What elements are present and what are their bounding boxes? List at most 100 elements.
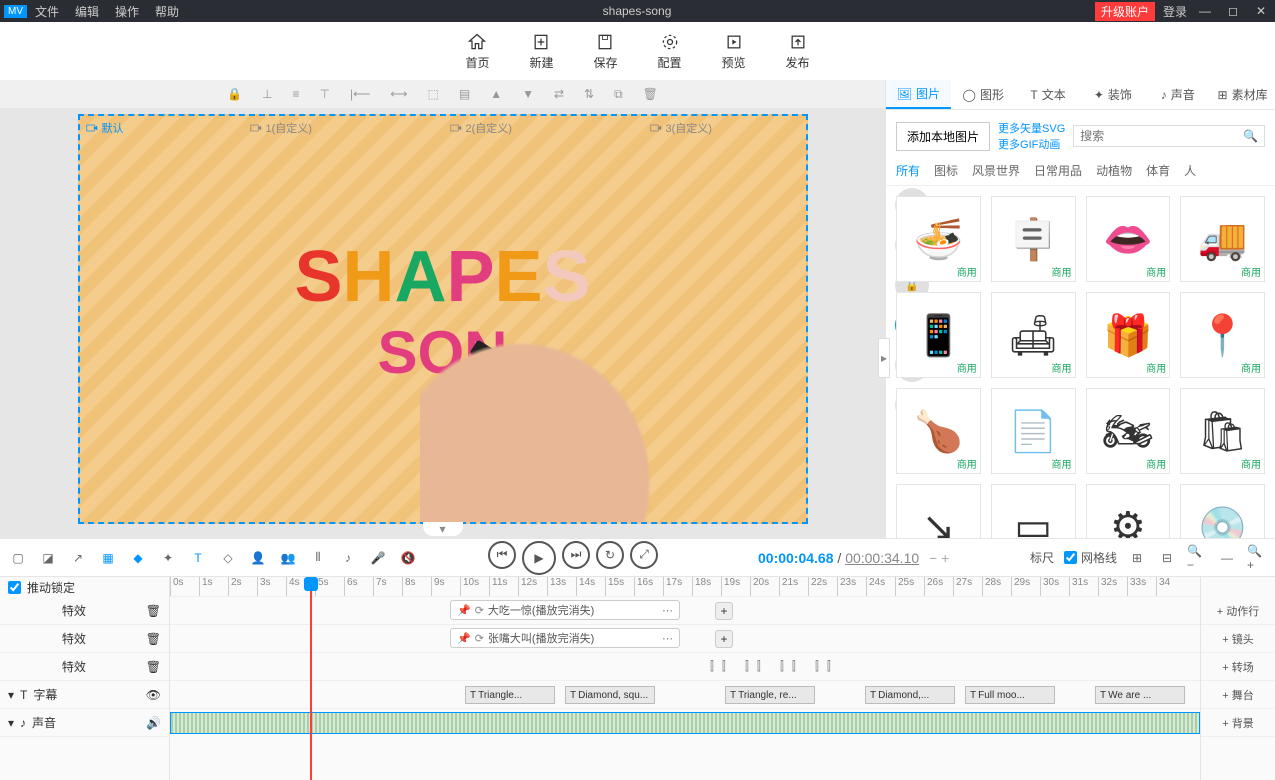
- cat-人[interactable]: 人: [1184, 162, 1196, 179]
- fullscreen-button[interactable]: ⤢: [630, 541, 658, 569]
- scene-tab-2[interactable]: 2(自定义): [450, 120, 512, 136]
- asset-papers[interactable]: 📄商用: [991, 388, 1076, 474]
- fx-row-2[interactable]: 📌⟳张嘴大叫(播放完消失)⋯ +: [170, 625, 1200, 653]
- tool-export-icon[interactable]: ↗: [68, 548, 88, 568]
- audio-row[interactable]: [170, 709, 1200, 737]
- menu-file[interactable]: 文件: [35, 3, 59, 20]
- cat-所有[interactable]: 所有: [896, 162, 920, 179]
- asset-noodles[interactable]: 🍜商用: [896, 196, 981, 282]
- chevron-down-icon[interactable]: ▾: [8, 688, 14, 702]
- subtitle-clip[interactable]: TDiamond,...: [865, 686, 955, 704]
- add-clip-button[interactable]: +: [715, 602, 733, 620]
- maximize-button[interactable]: ◻: [1223, 4, 1243, 18]
- tool-eq-icon[interactable]: ♪: [338, 548, 358, 568]
- audio-waveform[interactable]: [170, 712, 1200, 734]
- asset-arrow[interactable]: ↘商用: [896, 484, 981, 538]
- tool-mic-icon[interactable]: 🎤: [368, 548, 388, 568]
- fit-icon[interactable]: ⊟: [1157, 548, 1177, 568]
- cat-图标[interactable]: 图标: [934, 162, 958, 179]
- marker-icons[interactable]: ⫿⫿ ⫿⫿ ⫿⫿ ⫿⫿: [710, 659, 839, 674]
- subtitle-clip[interactable]: TTriangle...: [465, 686, 555, 704]
- tool-wave-icon[interactable]: ⦀: [308, 548, 328, 568]
- align-top-icon[interactable]: ⊤: [320, 87, 330, 101]
- distribute-icon[interactable]: ⟷: [390, 87, 407, 101]
- subtitle-clip[interactable]: TWe are ...: [1095, 686, 1185, 704]
- panel-tab-2[interactable]: T文本: [1016, 80, 1081, 109]
- tool-group-icon[interactable]: 👥: [278, 548, 298, 568]
- add-舞台[interactable]: + 舞台: [1201, 681, 1275, 709]
- more-svg-link[interactable]: 更多矢量SVG: [998, 120, 1065, 136]
- asset-gears[interactable]: ⚙商用: [1086, 484, 1171, 538]
- subtitle-clip[interactable]: TFull moo...: [965, 686, 1055, 704]
- ruler-label[interactable]: 标尺: [1030, 549, 1054, 566]
- search-box[interactable]: 🔍: [1073, 125, 1265, 147]
- subtitle-clip[interactable]: TDiamond, squ...: [565, 686, 655, 704]
- panel-tab-4[interactable]: ♪声音: [1145, 80, 1210, 109]
- panel-tab-1[interactable]: ◯图形: [951, 80, 1016, 109]
- zoom-out-icon[interactable]: 🔍−: [1187, 548, 1207, 568]
- timeline-tracks[interactable]: 0s1s2s3s4s5s6s7s8s9s10s11s12s13s14s15s16…: [170, 577, 1200, 780]
- fx-clip-1[interactable]: 📌⟳大吃一惊(播放完消失)⋯: [450, 600, 680, 620]
- tb-save[interactable]: 保存: [593, 32, 617, 71]
- panel-tab-3[interactable]: ✦装饰: [1080, 80, 1145, 109]
- align-bottom-icon[interactable]: ⊥: [262, 87, 272, 101]
- tool-camera-icon[interactable]: ▢: [8, 548, 28, 568]
- fx-row-3[interactable]: ⫿⫿ ⫿⫿ ⫿⫿ ⫿⫿: [170, 653, 1200, 681]
- tool-marker-icon[interactable]: ◆: [128, 548, 148, 568]
- more-gif-link[interactable]: 更多GIF动画: [998, 136, 1065, 152]
- minimize-button[interactable]: —: [1195, 4, 1215, 18]
- group-icon[interactable]: ⬚: [428, 87, 439, 101]
- track-subtitle[interactable]: ▾T字幕👁: [0, 681, 169, 709]
- canvas-collapse-toggle[interactable]: ▾: [423, 522, 463, 536]
- chevron-down-icon[interactable]: ▾: [8, 716, 14, 730]
- scene-tab-default[interactable]: 默认: [86, 120, 124, 136]
- tool-person-icon[interactable]: 👤: [248, 548, 268, 568]
- asset-sofa[interactable]: 🛋商用: [991, 292, 1076, 378]
- cat-日常用品[interactable]: 日常用品: [1034, 162, 1082, 179]
- align-vcenter-icon[interactable]: ≡: [293, 87, 300, 101]
- time-plus[interactable]: +: [941, 550, 949, 566]
- delete-icon[interactable]: 🗑: [643, 87, 658, 101]
- subtitle-clip[interactable]: TTriangle, re...: [725, 686, 815, 704]
- asset-truck[interactable]: 🚚商用: [1180, 196, 1265, 282]
- copy-icon[interactable]: ⧉: [614, 87, 623, 102]
- menu-help[interactable]: 帮助: [155, 3, 179, 20]
- tool-mute-icon[interactable]: 🔇: [398, 548, 418, 568]
- asset-map-pin[interactable]: 📍商用: [1180, 292, 1265, 378]
- add-背景[interactable]: + 背景: [1201, 709, 1275, 737]
- asset-lips[interactable]: 👄商用: [1086, 196, 1171, 282]
- scene-tab-3[interactable]: 3(自定义): [650, 120, 712, 136]
- asset-motorcycle[interactable]: 🏍商用: [1086, 388, 1171, 474]
- tool-frame-icon[interactable]: ◪: [38, 548, 58, 568]
- play-button[interactable]: ▶: [522, 541, 556, 575]
- asset-gift[interactable]: 🎁商用: [1086, 292, 1171, 378]
- trash-icon[interactable]: 🗑: [146, 660, 161, 674]
- tb-config[interactable]: 配置: [658, 32, 682, 71]
- canvas[interactable]: 默认 1(自定义) 2(自定义) 3(自定义) SHAPES SON: [78, 114, 808, 524]
- add-动作行[interactable]: + 动作行: [1201, 597, 1275, 625]
- asset-chicken[interactable]: 🍗商用: [896, 388, 981, 474]
- eye-icon[interactable]: 👁: [146, 688, 161, 702]
- menu-action[interactable]: 操作: [115, 3, 139, 20]
- panel-collapse-toggle[interactable]: ▸: [878, 338, 890, 378]
- fx-clip-2[interactable]: 📌⟳张嘴大叫(播放完消失)⋯: [450, 628, 680, 648]
- cat-风景世界[interactable]: 风景世界: [972, 162, 1020, 179]
- fx-row-1[interactable]: 📌⟳大吃一惊(播放完消失)⋯ +: [170, 597, 1200, 625]
- snap-icon[interactable]: ⊞: [1127, 548, 1147, 568]
- speaker-icon[interactable]: 🔊: [146, 716, 161, 730]
- search-icon[interactable]: 🔍: [1243, 129, 1258, 143]
- track-fx-2[interactable]: 特效🗑: [0, 625, 169, 653]
- tb-publish[interactable]: 发布: [786, 32, 810, 71]
- add-clip-button[interactable]: +: [715, 630, 733, 648]
- trash-icon[interactable]: 🗑: [146, 632, 161, 646]
- total-time[interactable]: 00:00:34.10: [845, 550, 919, 566]
- asset-disc[interactable]: 💿商用: [1180, 484, 1265, 538]
- track-audio[interactable]: ▾♪声音🔊: [0, 709, 169, 737]
- cat-动植物[interactable]: 动植物: [1096, 162, 1132, 179]
- asset-phone[interactable]: 📱商用: [896, 292, 981, 378]
- flip-v-icon[interactable]: ⇅: [584, 87, 594, 101]
- tb-preview[interactable]: 预览: [722, 32, 746, 71]
- zoom-slider[interactable]: —: [1217, 548, 1237, 568]
- tool-grid-icon[interactable]: ▦: [98, 548, 118, 568]
- login-button[interactable]: 登录: [1163, 3, 1187, 20]
